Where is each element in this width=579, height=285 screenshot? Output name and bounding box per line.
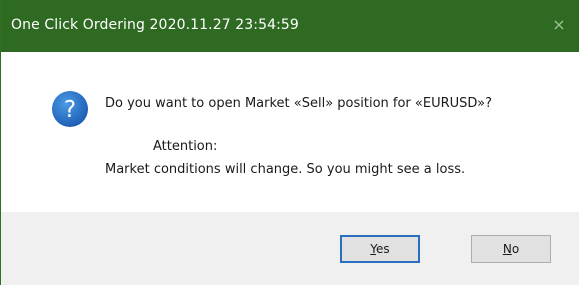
question-text: Do you want to open Market «Sell» positi… — [105, 96, 493, 111]
window-title: One Click Ordering 2020.11.27 23:54:59 — [11, 17, 299, 33]
svg-text:?: ? — [64, 97, 76, 123]
warning-text: Market conditions will change. So you mi… — [105, 162, 466, 177]
button-bar: Yes No — [1, 212, 579, 285]
dialog-window: One Click Ordering 2020.11.27 23:54:59 ×… — [0, 0, 579, 285]
message-area: ? Do you want to open Market «Sell» posi… — [1, 52, 579, 212]
no-hotkey: N — [502, 242, 512, 256]
title-bar: One Click Ordering 2020.11.27 23:54:59 × — [1, 0, 579, 52]
close-icon[interactable]: × — [548, 14, 570, 36]
yes-button[interactable]: Yes — [340, 235, 420, 263]
attention-label: Attention: — [153, 139, 218, 154]
question-icon: ? — [52, 91, 88, 127]
yes-label: es — [376, 242, 390, 256]
no-button[interactable]: No — [471, 235, 551, 263]
no-label: o — [511, 242, 520, 256]
